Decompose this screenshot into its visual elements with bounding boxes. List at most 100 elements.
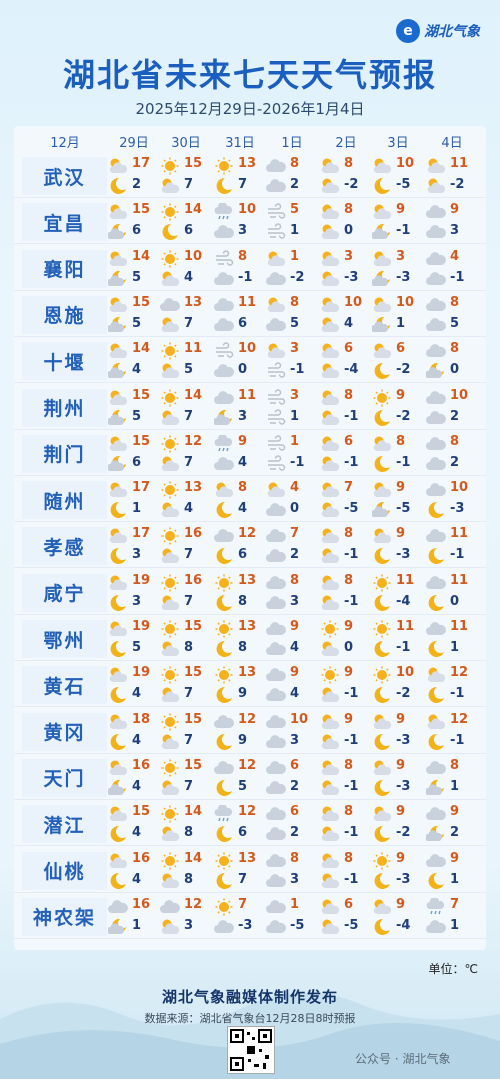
forecast-cell: 6 -2	[372, 341, 424, 381]
sunny-icon	[160, 852, 180, 870]
low-temp: 4	[290, 686, 300, 702]
forecast-cell: 16 4	[108, 758, 160, 798]
footer-title: 湖北气象融媒体制作发布	[161, 988, 338, 1006]
forecast-cell: 8 -1	[320, 388, 372, 428]
sunny-icon	[160, 203, 180, 221]
high-temp: 17	[132, 156, 151, 171]
partly-cloudy-day-icon	[320, 759, 340, 777]
header-day: 31日	[225, 136, 255, 151]
partly-cloudy-day-icon	[320, 852, 340, 870]
partly-cloudy-day-icon	[372, 203, 392, 221]
forecast-cell: 18 4	[108, 712, 160, 752]
cloudy-icon	[266, 686, 286, 704]
partly-cloudy-day-icon	[320, 501, 340, 519]
cloudy-icon	[426, 455, 446, 473]
high-temp: 19	[132, 665, 151, 681]
row-divider	[14, 289, 486, 291]
high-temp: 14	[184, 387, 203, 403]
partly-cloudy-day-icon	[160, 547, 180, 565]
cloudy-icon	[426, 203, 446, 221]
forecast-cell: 16 7	[160, 573, 212, 613]
forecast-cell: 8 -1	[320, 526, 372, 566]
header-day: 29日	[119, 136, 149, 151]
partly-cloudy-day-icon	[320, 223, 340, 241]
forecast-cell: 13 4	[160, 480, 212, 520]
partly-cloudy-day-icon	[108, 852, 128, 870]
low-temp: 7	[184, 315, 194, 331]
high-temp: 8	[238, 480, 248, 496]
high-temp: 6	[396, 341, 406, 357]
forecast-cell: 85	[426, 295, 478, 335]
high-temp: 14	[132, 341, 151, 357]
low-temp: -4	[344, 362, 359, 378]
table-row: 天门 16 4 15 7 12 5 6 2 8 -1 9 -3 8 1	[14, 756, 486, 800]
clear-night-icon	[214, 779, 234, 797]
cloudy-icon	[214, 296, 234, 314]
partly-cloudy-day-icon	[372, 342, 392, 360]
forecast-cell: 8 -1	[320, 804, 372, 844]
forecast-cell: 12 6	[214, 526, 266, 566]
partly-cloudy-day-icon	[160, 501, 180, 519]
partly-cloudy-day-icon	[266, 342, 286, 360]
high-temp: 16	[132, 757, 151, 773]
table-row: 潜江 15 4 14 8 12 6 6 2 8 -1 9 -2 9 2	[14, 802, 486, 847]
low-temp: 3	[290, 732, 300, 748]
high-temp: 9	[450, 850, 460, 866]
low-temp: -1	[344, 871, 359, 887]
high-temp: 15	[184, 711, 203, 727]
partly-cloudy-day-icon	[320, 157, 340, 175]
row-divider	[14, 197, 486, 198]
low-temp: 8	[184, 871, 194, 887]
city-name: 武汉	[22, 157, 107, 195]
forecast-cell: 19 3	[108, 573, 160, 613]
city-name: 襄阳	[22, 249, 107, 288]
table-row: 荆门 15 6 12 7 9 4 1 -1 6 -1 8 -1 8 2	[14, 432, 486, 476]
city-name: 天门	[22, 758, 107, 797]
page-title: 湖北省未来七天天气预报	[62, 56, 437, 94]
forecast-cell: 14 8	[160, 851, 212, 891]
wind-icon	[214, 250, 234, 268]
sunny-icon	[372, 574, 392, 592]
cloudy-icon	[214, 713, 234, 731]
sunny-icon	[372, 620, 392, 638]
partly-cloudy-day-icon	[108, 435, 128, 453]
cloudy-icon	[266, 872, 286, 890]
high-temp: 8	[290, 156, 300, 171]
row-divider	[14, 243, 486, 245]
cloudy-icon	[426, 223, 446, 241]
low-temp: 2	[450, 454, 460, 470]
forecast-cell: 8 -2	[320, 156, 372, 196]
partly-cloudy-day-icon	[108, 203, 128, 221]
partly-cloudy-day-icon	[320, 898, 340, 916]
header-day: 4日	[441, 136, 463, 151]
forecast-cell: 9 -1	[320, 712, 372, 752]
cloudy-icon	[426, 527, 446, 545]
forecast-cell: 11 6	[214, 295, 266, 335]
high-temp: 14	[184, 202, 203, 218]
high-temp: 12	[238, 711, 257, 727]
low-temp: -1	[450, 269, 465, 285]
forecast-cell: 83	[266, 851, 318, 891]
qr-code	[227, 1026, 275, 1074]
low-temp: 4	[238, 454, 248, 470]
partly-cloudy-day-icon	[108, 157, 128, 175]
clear-night-icon	[426, 547, 446, 565]
partly-cloudy-day-icon	[108, 713, 128, 731]
cloudy-icon	[214, 918, 234, 936]
clear-night-icon	[108, 825, 128, 843]
forecast-cell: 6 -5	[320, 897, 372, 937]
high-temp: 14	[184, 804, 203, 820]
partly-cloudy-day-icon	[320, 177, 340, 195]
high-temp: 8	[450, 341, 460, 357]
partly-cloudy-night-icon	[214, 409, 234, 427]
high-temp: 16	[132, 850, 151, 866]
brand-logo: e 湖北气象	[396, 18, 480, 44]
cloudy-icon	[160, 898, 180, 916]
clear-night-icon	[372, 872, 392, 890]
low-temp: 2	[290, 547, 300, 563]
low-temp: 7	[184, 778, 194, 794]
forecast-cell: 3 -3	[372, 249, 424, 289]
forecast-cell: 11 0	[426, 573, 478, 613]
high-temp: 10	[184, 248, 203, 264]
table-row: 荆州 15 5 14 7 11 3 3 1 8 -1 9 -2 10 2	[14, 386, 486, 430]
